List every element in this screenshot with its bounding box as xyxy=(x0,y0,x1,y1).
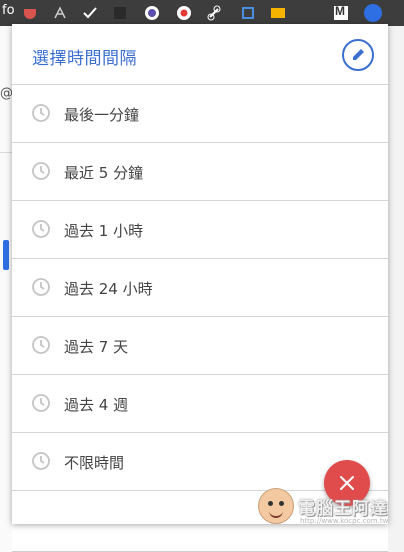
clock-icon xyxy=(32,104,50,122)
dark-square-icon[interactable] xyxy=(112,5,128,21)
edit-button[interactable] xyxy=(342,39,374,71)
watermark-text: 電腦王阿達 xyxy=(298,499,388,519)
watermark-url: http://www.kocpc.com.tw xyxy=(300,517,389,525)
clock-icon xyxy=(32,452,50,470)
dialog-header: 選擇時間間隔 xyxy=(12,24,388,85)
background-page-right xyxy=(388,26,404,552)
interval-option[interactable]: 最近 5 分鐘 xyxy=(12,143,388,201)
dialog-title: 選擇時間間隔 xyxy=(32,49,137,69)
interval-option[interactable]: 過去 7 天 xyxy=(12,317,388,375)
interval-option[interactable]: 過去 1 小時 xyxy=(12,201,388,259)
interval-option-label: 過去 1 小時 xyxy=(64,222,144,240)
interval-option-label: 不限時間 xyxy=(64,454,125,472)
browser-toolbar: fo M xyxy=(0,0,404,26)
interval-option-label: 過去 4 週 xyxy=(64,396,129,414)
interval-option[interactable]: 最後一分鐘 xyxy=(12,85,388,143)
interval-option-label: 過去 24 小時 xyxy=(64,280,153,298)
pencil-icon xyxy=(353,49,364,60)
gmail-letter: M xyxy=(335,4,345,18)
watermark-mascot-icon xyxy=(258,488,294,524)
background-divider xyxy=(0,152,12,153)
crop-icon[interactable] xyxy=(240,5,256,21)
interval-option[interactable]: 過去 24 小時 xyxy=(12,259,388,317)
profile-icon[interactable] xyxy=(364,4,382,22)
watermark: 電腦王阿達 http://www.kocpc.com.tw xyxy=(258,488,398,528)
time-interval-dialog: 選擇時間間隔 最後一分鐘 最近 5 分鐘 過去 1 小時 過去 24 小時 過去… xyxy=(12,24,388,524)
interval-option-label: 最後一分鐘 xyxy=(64,106,140,124)
gmail-icon[interactable]: M xyxy=(334,4,348,20)
note-icon[interactable] xyxy=(270,5,286,21)
globe-icon[interactable] xyxy=(144,5,160,21)
clock-icon xyxy=(32,162,50,180)
record-icon[interactable] xyxy=(176,5,192,21)
clock-icon xyxy=(32,394,50,412)
pdf-icon[interactable] xyxy=(52,5,68,21)
checkmark-icon[interactable] xyxy=(82,5,98,21)
interval-option-label: 最近 5 分鐘 xyxy=(64,164,144,182)
interval-option[interactable]: 過去 4 週 xyxy=(12,375,388,433)
link-icon[interactable] xyxy=(206,5,222,21)
toolbar-partial-text: fo xyxy=(2,3,15,18)
clock-icon xyxy=(32,278,50,296)
background-scroll-indicator xyxy=(3,240,9,270)
clock-icon xyxy=(32,336,50,354)
interval-option-label: 過去 7 天 xyxy=(64,338,129,356)
background-page-left: @ xyxy=(0,26,13,552)
pocket-icon[interactable] xyxy=(22,5,38,21)
clock-icon xyxy=(32,220,50,238)
